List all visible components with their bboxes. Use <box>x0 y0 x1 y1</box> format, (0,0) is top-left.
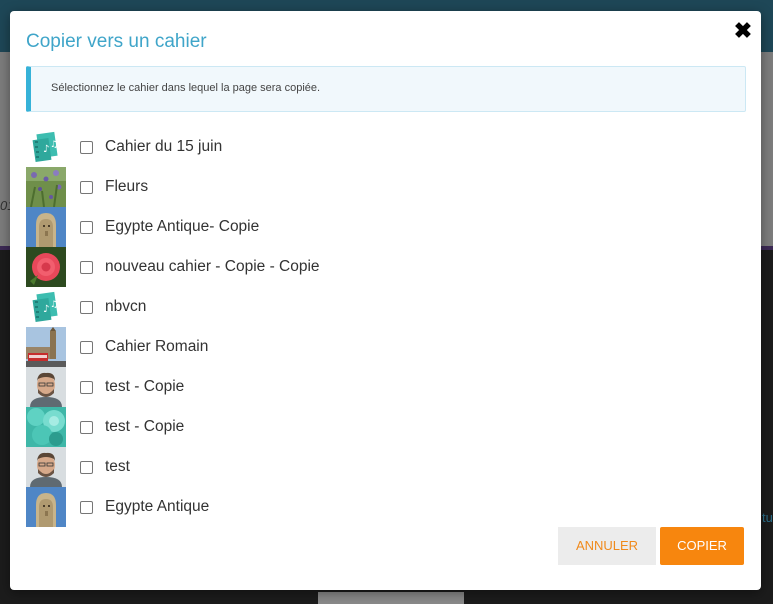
notebook-label: test - Copie <box>105 418 185 435</box>
statue-photo-thumbnail <box>26 207 66 247</box>
notebook-checkbox[interactable] <box>80 260 93 274</box>
background-image <box>318 592 464 604</box>
notebook-checkbox[interactable] <box>80 460 93 474</box>
cupcake-photo-thumbnail <box>26 407 66 447</box>
london-photo-thumbnail <box>26 327 66 367</box>
notebook-label: nouveau cahier - Copie - Copie <box>105 258 320 275</box>
dialog-title: Copier vers un cahier <box>26 31 207 52</box>
statue-photo-thumbnail <box>26 487 66 527</box>
notebook-label: Egypte Antique <box>105 498 210 515</box>
notebook-label: nbvcn <box>105 298 147 315</box>
svg-text:♫: ♫ <box>50 140 58 150</box>
svg-text:♪: ♪ <box>43 144 49 155</box>
notebook-checkbox[interactable] <box>80 220 93 234</box>
copy-button[interactable]: COPIER <box>660 527 744 565</box>
notebook-label: test <box>105 458 130 475</box>
notebook-list-item[interactable]: Cahier Romain <box>26 327 746 367</box>
notebook-checkbox[interactable] <box>80 380 93 394</box>
close-icon[interactable]: ✖ <box>732 19 754 43</box>
notebook-list-item[interactable]: test - Copie <box>26 367 746 407</box>
notebook-label: Cahier Romain <box>105 338 209 355</box>
music-notebook-thumbnail: ♪ ♫ <box>26 127 66 167</box>
notebook-checkbox[interactable] <box>80 300 93 314</box>
notebook-checkbox[interactable] <box>80 340 93 354</box>
portrait-photo-thumbnail <box>26 447 66 487</box>
notebook-label: Egypte Antique- Copie <box>105 218 260 235</box>
notebook-checkbox[interactable] <box>80 180 93 194</box>
notebook-list-item[interactable]: Egypte Antique- Copie <box>26 207 746 247</box>
portrait-photo-thumbnail <box>26 367 66 407</box>
notebook-list-item[interactable]: Egypte Antique <box>26 487 746 527</box>
svg-text:♫: ♫ <box>50 300 58 310</box>
notebook-list-item[interactable]: nouveau cahier - Copie - Copie <box>26 247 746 287</box>
notebook-label: Cahier du 15 juin <box>105 138 223 155</box>
cancel-button[interactable]: ANNULER <box>558 527 656 565</box>
music-notebook-thumbnail: ♪ ♫ <box>26 287 66 327</box>
notebook-list-item[interactable]: ♪ ♫ nbvcn <box>26 287 746 327</box>
notebook-label: Fleurs <box>105 178 149 195</box>
notebook-checkbox[interactable] <box>80 420 93 434</box>
notebook-checkbox[interactable] <box>80 500 93 514</box>
flowers-photo-thumbnail <box>26 167 66 207</box>
rose-photo-thumbnail <box>26 247 66 287</box>
notebook-list-item[interactable]: ♪ ♫ Cahier du 15 juin <box>26 127 746 167</box>
info-alert: Sélectionnez le cahier dans lequel la pa… <box>26 66 746 112</box>
notebook-checkbox[interactable] <box>80 140 93 154</box>
copy-to-notebook-dialog: Copier vers un cahier ✖ Sélectionnez le … <box>10 11 761 590</box>
notebook-label: test - Copie <box>105 378 185 395</box>
background-edge-link: tu <box>762 510 773 525</box>
notebook-list: ♪ ♫ Cahier du 15 juin Fleurs Egypte Anti… <box>26 127 746 527</box>
info-message: Sélectionnez le cahier dans lequel la pa… <box>51 82 321 94</box>
svg-text:♪: ♪ <box>43 304 49 315</box>
notebook-list-item[interactable]: test <box>26 447 746 487</box>
notebook-list-item[interactable]: test - Copie <box>26 407 746 447</box>
notebook-list-item[interactable]: Fleurs <box>26 167 746 207</box>
